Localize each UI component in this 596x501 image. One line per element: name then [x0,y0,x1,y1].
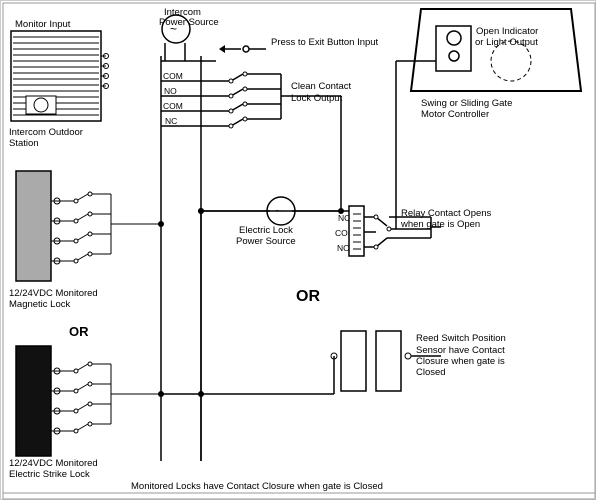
swing-gate-label: Swing or Sliding Gate [421,98,512,109]
swing-gate-label2: Motor Controller [421,109,489,120]
no-label1: NO [164,86,177,96]
press-exit-label: Press to Exit Button Input [271,37,379,48]
clean-contact-label: Clean Contact [291,81,352,92]
nc-label1: NC [165,116,177,126]
electric-strike-label2: Electric Strike Lock [9,469,90,480]
com-label2: COM [163,101,183,111]
reed-switch-label2: Sensor have Contact [416,345,505,356]
magnetic-lock-label: 12/24VDC Monitored [9,288,98,299]
monitor-input-label: Monitor Input [15,19,71,30]
no-relay-label: NO [337,243,350,253]
intercom-outdoor-label2: Station [9,138,39,149]
open-indicator-label2: or Light Output [475,37,538,48]
or-label2: OR [296,288,320,305]
monitored-locks-label: Monitored Locks have Contact Closure whe… [131,481,383,492]
reed-switch-label4: Closed [416,367,446,378]
clean-contact-label2: Lock Output [291,93,343,104]
magnetic-lock-label2: Magnetic Lock [9,299,71,310]
wiring-diagram: Monitor Input Intercom Outdoor Station ~… [0,0,596,500]
intercom-power-label2: Power Source [159,17,219,28]
com-label1: COM [163,71,183,81]
or-label1: OR [69,324,89,339]
electric-strike-label: 12/24VDC Monitored [9,458,98,469]
relay-contact-label: Relay Contact Opens [401,208,492,219]
open-indicator-label: Open Indicator [476,26,538,37]
relay-contact-label2: when gate is Open [400,219,480,230]
electric-lock-power-label: Electric Lock [239,225,293,236]
electric-lock-power-label2: Power Source [236,236,296,247]
reed-switch-label3: Closure when gate is [416,356,505,367]
intercom-outdoor-label: Intercom Outdoor [9,127,83,138]
reed-switch-label: Reed Switch Position [416,333,506,344]
